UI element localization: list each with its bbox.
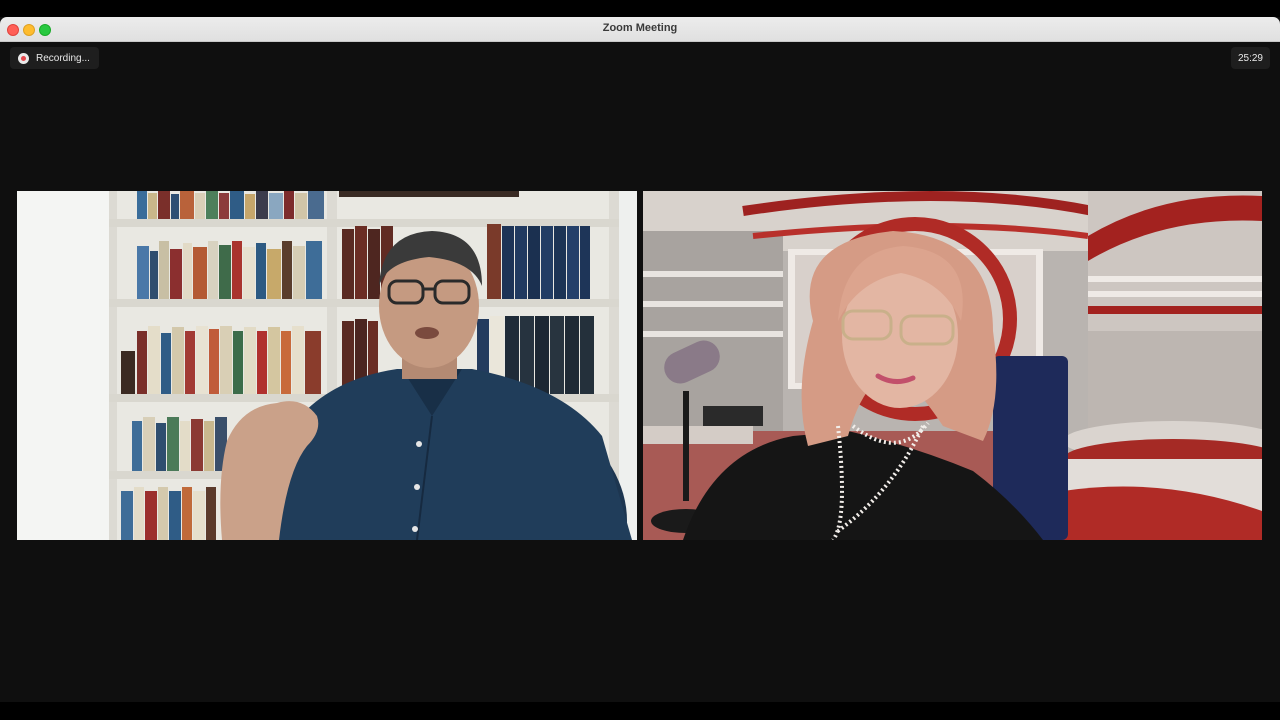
recording-indicator[interactable]: Recording... bbox=[10, 47, 99, 69]
title-bar[interactable]: Zoom Meeting bbox=[0, 17, 1280, 42]
zoom-window: Zoom Meeting Recording... 25:29 bbox=[0, 17, 1280, 702]
participant-video-right bbox=[643, 191, 1262, 540]
recording-label: Recording... bbox=[36, 52, 90, 64]
participant-video-left bbox=[17, 191, 637, 540]
meeting-timer: 25:29 bbox=[1230, 47, 1270, 69]
window-title: Zoom Meeting bbox=[602, 22, 678, 34]
record-icon bbox=[18, 52, 29, 64]
participant-video-tile-right[interactable] bbox=[643, 191, 1262, 540]
participant-video-tile-left[interactable] bbox=[17, 191, 637, 540]
